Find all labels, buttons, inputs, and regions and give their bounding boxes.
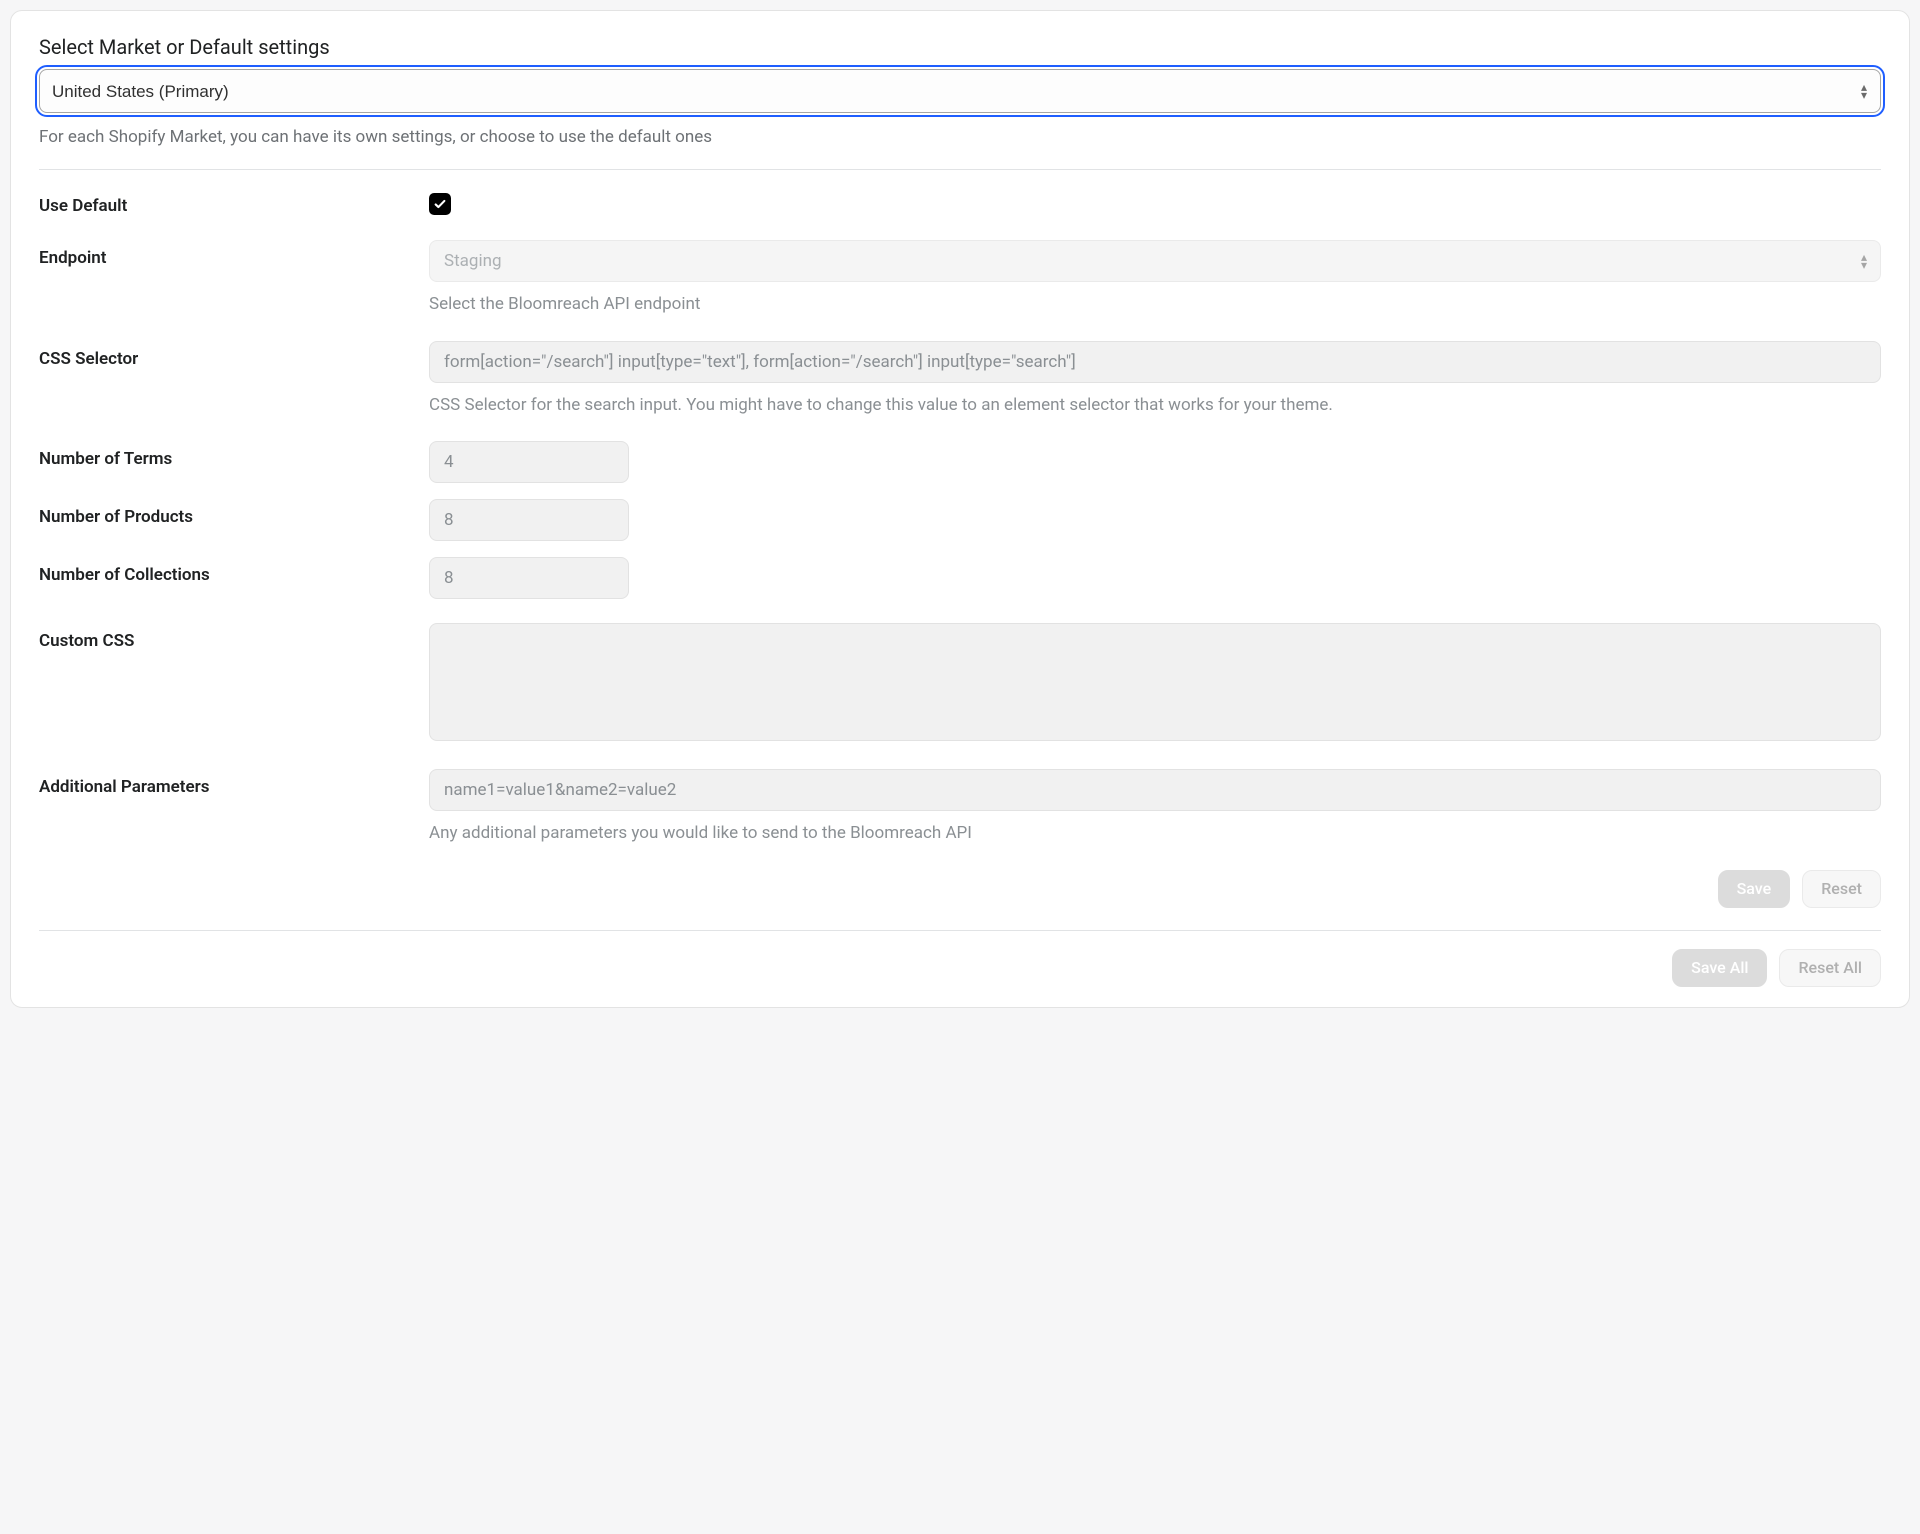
row-css-selector: CSS Selector CSS Selector for the search… — [39, 341, 1881, 418]
divider — [39, 169, 1881, 170]
endpoint-help: Select the Bloomreach API endpoint — [429, 292, 1881, 317]
row-endpoint: Endpoint Staging ▴▾ Select the Bloomreac… — [39, 240, 1881, 317]
css-selector-help: CSS Selector for the search input. You m… — [429, 393, 1881, 418]
use-default-checkbox[interactable] — [429, 193, 451, 215]
num-products-input[interactable] — [429, 499, 629, 541]
label-num-products: Number of Products — [39, 499, 429, 527]
css-selector-input[interactable] — [429, 341, 1881, 383]
divider — [39, 930, 1881, 931]
row-custom-css: Custom CSS — [39, 623, 1881, 745]
endpoint-select[interactable]: Staging — [429, 240, 1881, 282]
reset-all-button[interactable]: Reset All — [1779, 949, 1881, 987]
label-css-selector: CSS Selector — [39, 341, 429, 369]
save-button[interactable]: Save — [1718, 870, 1791, 908]
market-select-label: Select Market or Default settings — [39, 35, 1881, 59]
custom-css-textarea[interactable] — [429, 623, 1881, 741]
reset-button[interactable]: Reset — [1802, 870, 1881, 908]
market-select-wrap: United States (Primary) ▴▾ — [39, 69, 1881, 113]
save-all-button[interactable]: Save All — [1672, 949, 1767, 987]
label-endpoint: Endpoint — [39, 240, 429, 268]
row-num-products: Number of Products — [39, 499, 1881, 541]
settings-card: Select Market or Default settings United… — [10, 10, 1910, 1008]
additional-params-input[interactable] — [429, 769, 1881, 811]
num-collections-input[interactable] — [429, 557, 629, 599]
row-num-terms: Number of Terms — [39, 441, 1881, 483]
row-num-collections: Number of Collections — [39, 557, 1881, 599]
market-select-help: For each Shopify Market, you can have it… — [39, 127, 1881, 147]
additional-params-help: Any additional parameters you would like… — [429, 821, 1881, 846]
row-additional-params: Additional Parameters Any additional par… — [39, 769, 1881, 846]
market-select[interactable]: United States (Primary) — [39, 69, 1881, 113]
label-num-collections: Number of Collections — [39, 557, 429, 585]
checkmark-icon — [433, 197, 447, 211]
label-additional-params: Additional Parameters — [39, 769, 429, 797]
global-actions-row: Save All Reset All — [39, 949, 1881, 987]
actions-row: Save Reset — [39, 870, 1881, 908]
num-terms-input[interactable] — [429, 441, 629, 483]
label-custom-css: Custom CSS — [39, 623, 429, 651]
row-use-default: Use Default — [39, 188, 1881, 216]
label-use-default: Use Default — [39, 188, 429, 216]
label-num-terms: Number of Terms — [39, 441, 429, 469]
